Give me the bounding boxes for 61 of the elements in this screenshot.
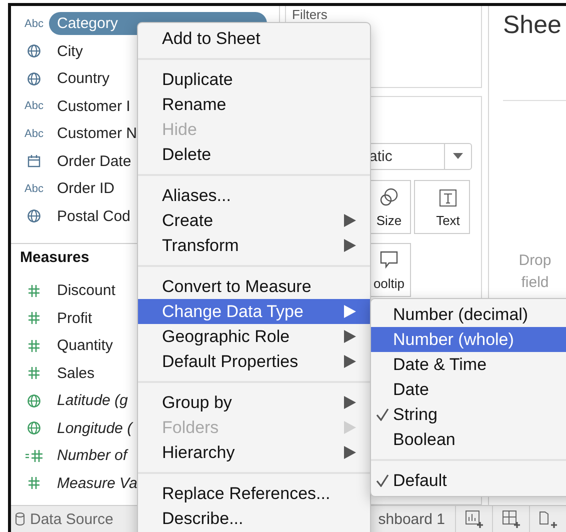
menu-item[interactable]: Replace References... [138,481,370,506]
field-name[interactable]: Number of [49,444,136,468]
menu-item[interactable]: Hierarchy [138,440,370,465]
menu-item[interactable]: Number (whole) [371,327,566,352]
field-name[interactable]: Discount [49,279,124,302]
menu-item[interactable]: Describe... [138,506,370,531]
shelf-title: Filters [292,7,328,22]
menu-item[interactable]: Date & Time [371,352,566,377]
globe-icon [27,209,41,224]
menu-item[interactable]: Duplicate [138,67,370,92]
new-dashboard-icon [502,510,520,528]
field-name[interactable]: Quantity [49,334,121,358]
menu-item[interactable]: Boolean [371,427,566,452]
text-icon [439,188,457,207]
number-type-icon [27,338,41,353]
field-name[interactable]: Order ID [49,177,123,200]
field-name[interactable]: Customer I [49,94,138,118]
size-icon [379,186,399,207]
number-type-icon [27,476,41,490]
new-worksheet-icon [464,510,484,528]
menu-item[interactable]: String [371,402,566,427]
menu-item[interactable]: Add to Sheet [138,26,370,51]
calculated-number-icon [24,448,44,463]
number-type-icon [27,311,41,326]
new-story-icon [538,510,558,528]
string-type-icon: Abc [24,18,44,30]
database-icon [15,512,25,526]
drop-hint: Drop field [518,251,552,293]
menu-item[interactable]: Change Data Type [138,299,370,324]
menu-item[interactable]: Default [371,468,566,493]
field-name[interactable]: Profit [49,306,100,330]
mark-card[interactable]: Text [414,180,470,234]
menu-item[interactable]: Geographic Role [138,324,370,349]
globe-icon [27,72,41,86]
string-type-icon: Abc [24,128,44,140]
section-heading: Measures [19,249,90,266]
field-name[interactable]: Sales [49,362,103,385]
field-name[interactable]: Postal Cod [49,204,138,228]
sheet-tab[interactable]: shboard 1 [378,510,445,528]
field-name[interactable]: Order Date [49,150,140,173]
menu-item[interactable]: Number (decimal) [371,302,566,327]
string-type-icon: Abc [24,100,44,112]
caret-icon [453,153,463,160]
string-type-icon: Abc [24,182,44,195]
menu-item[interactable]: Rename [138,92,370,117]
speech-bubble-icon [379,250,399,270]
field-name[interactable]: Latitude (g [49,389,136,412]
field-name[interactable]: Country [49,67,118,90]
calendar-icon [27,154,41,168]
field-name[interactable]: City [49,40,91,63]
globe-icon [27,44,41,58]
number-type-icon [27,366,41,380]
data-source-tab[interactable]: Data Source [11,506,124,532]
menu-item[interactable]: Default Properties [138,349,370,374]
globe-icon [27,394,41,408]
field-name[interactable]: Longitude ( [49,416,140,440]
menu-item[interactable]: Date [371,377,566,402]
number-type-icon [27,284,41,298]
globe-icon [27,421,41,436]
menu-item[interactable]: Group by [138,390,370,415]
sheet-title: Shee [503,11,562,40]
